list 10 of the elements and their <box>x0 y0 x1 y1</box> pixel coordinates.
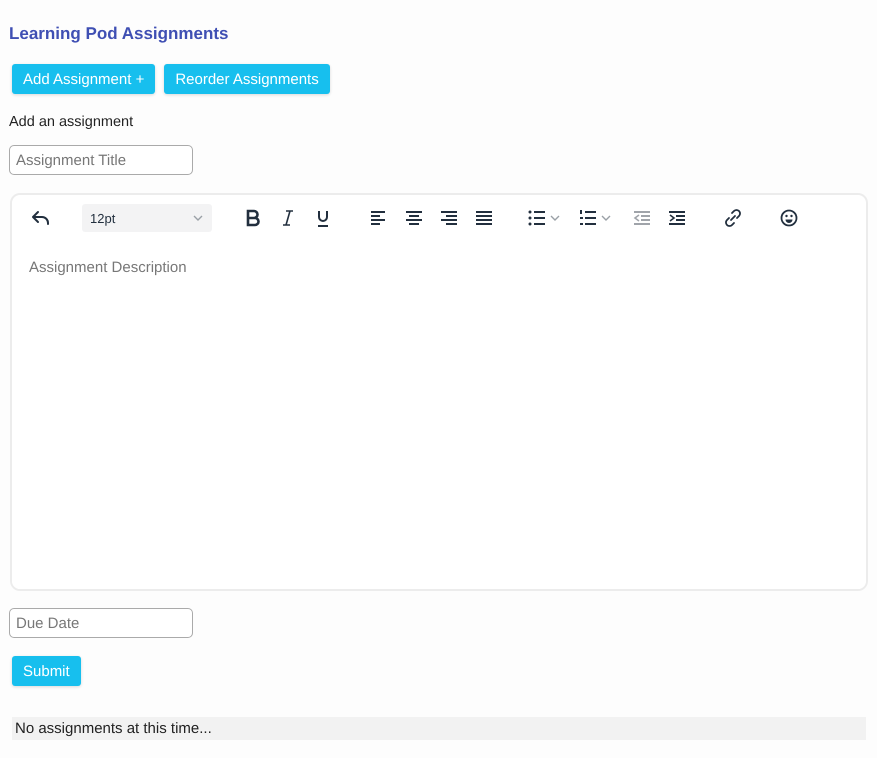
font-size-select[interactable]: 12pt <box>82 204 212 232</box>
form-heading: Add an assignment <box>9 114 134 130</box>
empty-message: No assignments at this time... <box>12 717 866 740</box>
description-editor[interactable]: 12pt Assignment Description <box>10 193 868 591</box>
submit-button[interactable]: Submit <box>12 656 81 686</box>
reorder-button[interactable]: Reorder Assignments <box>164 64 330 94</box>
title-field[interactable]: Assignment Title <box>9 145 193 175</box>
page-title: Learning Pod Assignments <box>9 24 230 44</box>
due-date-field[interactable]: Due Date <box>9 608 193 638</box>
add-assignment-button[interactable]: Add Assignment + <box>12 64 156 94</box>
